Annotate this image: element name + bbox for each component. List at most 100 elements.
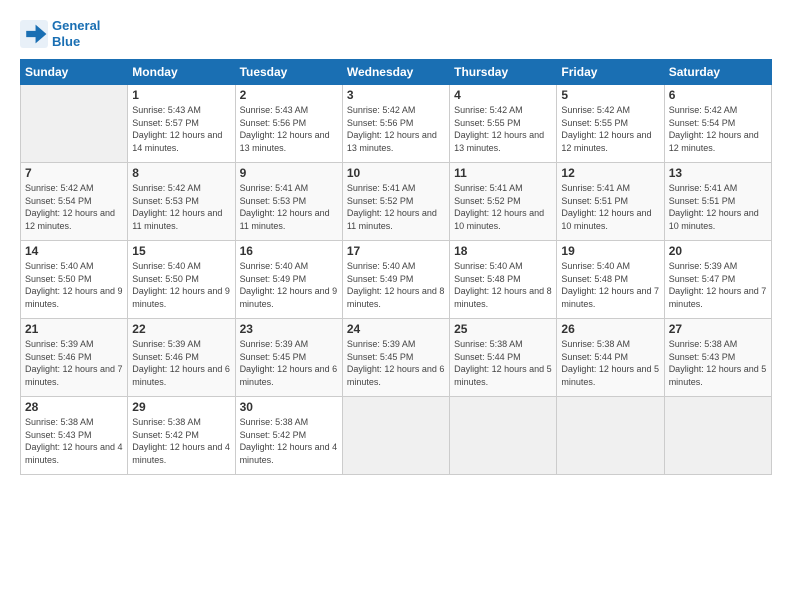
col-header-monday: Monday [128, 60, 235, 85]
day-info: Sunrise: 5:41 AMSunset: 5:51 PMDaylight:… [561, 183, 651, 231]
day-info: Sunrise: 5:42 AMSunset: 5:54 PMDaylight:… [669, 105, 759, 153]
day-info: Sunrise: 5:39 AMSunset: 5:46 PMDaylight:… [25, 339, 123, 387]
day-cell: 16 Sunrise: 5:40 AMSunset: 5:49 PMDaylig… [235, 241, 342, 319]
col-header-saturday: Saturday [664, 60, 771, 85]
day-info: Sunrise: 5:40 AMSunset: 5:48 PMDaylight:… [561, 261, 659, 309]
day-cell: 2 Sunrise: 5:43 AMSunset: 5:56 PMDayligh… [235, 85, 342, 163]
day-cell: 20 Sunrise: 5:39 AMSunset: 5:47 PMDaylig… [664, 241, 771, 319]
day-info: Sunrise: 5:38 AMSunset: 5:43 PMDaylight:… [669, 339, 767, 387]
week-row-4: 21 Sunrise: 5:39 AMSunset: 5:46 PMDaylig… [21, 319, 772, 397]
day-cell: 5 Sunrise: 5:42 AMSunset: 5:55 PMDayligh… [557, 85, 664, 163]
week-row-3: 14 Sunrise: 5:40 AMSunset: 5:50 PMDaylig… [21, 241, 772, 319]
day-info: Sunrise: 5:40 AMSunset: 5:48 PMDaylight:… [454, 261, 552, 309]
header: General Blue [20, 18, 772, 49]
day-info: Sunrise: 5:38 AMSunset: 5:42 PMDaylight:… [240, 417, 338, 465]
day-info: Sunrise: 5:42 AMSunset: 5:55 PMDaylight:… [454, 105, 544, 153]
logo-text: General Blue [52, 18, 100, 49]
day-number: 26 [561, 322, 659, 336]
day-number: 24 [347, 322, 445, 336]
day-info: Sunrise: 5:42 AMSunset: 5:55 PMDaylight:… [561, 105, 651, 153]
col-header-tuesday: Tuesday [235, 60, 342, 85]
day-number: 28 [25, 400, 123, 414]
day-number: 11 [454, 166, 552, 180]
day-cell [557, 397, 664, 475]
day-cell: 9 Sunrise: 5:41 AMSunset: 5:53 PMDayligh… [235, 163, 342, 241]
day-info: Sunrise: 5:38 AMSunset: 5:44 PMDaylight:… [561, 339, 659, 387]
day-cell: 3 Sunrise: 5:42 AMSunset: 5:56 PMDayligh… [342, 85, 449, 163]
day-number: 4 [454, 88, 552, 102]
day-number: 30 [240, 400, 338, 414]
day-number: 7 [25, 166, 123, 180]
day-number: 19 [561, 244, 659, 258]
day-cell: 27 Sunrise: 5:38 AMSunset: 5:43 PMDaylig… [664, 319, 771, 397]
day-info: Sunrise: 5:41 AMSunset: 5:51 PMDaylight:… [669, 183, 759, 231]
day-cell: 12 Sunrise: 5:41 AMSunset: 5:51 PMDaylig… [557, 163, 664, 241]
day-cell: 11 Sunrise: 5:41 AMSunset: 5:52 PMDaylig… [450, 163, 557, 241]
day-number: 16 [240, 244, 338, 258]
day-info: Sunrise: 5:39 AMSunset: 5:47 PMDaylight:… [669, 261, 767, 309]
day-number: 9 [240, 166, 338, 180]
day-number: 12 [561, 166, 659, 180]
day-cell: 15 Sunrise: 5:40 AMSunset: 5:50 PMDaylig… [128, 241, 235, 319]
day-cell: 24 Sunrise: 5:39 AMSunset: 5:45 PMDaylig… [342, 319, 449, 397]
day-info: Sunrise: 5:40 AMSunset: 5:49 PMDaylight:… [240, 261, 338, 309]
day-number: 14 [25, 244, 123, 258]
calendar-table: SundayMondayTuesdayWednesdayThursdayFrid… [20, 59, 772, 475]
day-number: 17 [347, 244, 445, 258]
day-number: 5 [561, 88, 659, 102]
day-info: Sunrise: 5:43 AMSunset: 5:57 PMDaylight:… [132, 105, 222, 153]
day-info: Sunrise: 5:41 AMSunset: 5:52 PMDaylight:… [454, 183, 544, 231]
day-info: Sunrise: 5:41 AMSunset: 5:52 PMDaylight:… [347, 183, 437, 231]
day-number: 6 [669, 88, 767, 102]
day-number: 13 [669, 166, 767, 180]
day-info: Sunrise: 5:42 AMSunset: 5:54 PMDaylight:… [25, 183, 115, 231]
week-row-2: 7 Sunrise: 5:42 AMSunset: 5:54 PMDayligh… [21, 163, 772, 241]
day-cell [342, 397, 449, 475]
day-cell: 18 Sunrise: 5:40 AMSunset: 5:48 PMDaylig… [450, 241, 557, 319]
page: General Blue SundayMondayTuesdayWednesda… [0, 0, 792, 612]
day-number: 15 [132, 244, 230, 258]
day-number: 29 [132, 400, 230, 414]
day-cell: 19 Sunrise: 5:40 AMSunset: 5:48 PMDaylig… [557, 241, 664, 319]
day-number: 1 [132, 88, 230, 102]
day-cell: 26 Sunrise: 5:38 AMSunset: 5:44 PMDaylig… [557, 319, 664, 397]
logo: General Blue [20, 18, 100, 49]
col-header-wednesday: Wednesday [342, 60, 449, 85]
col-header-thursday: Thursday [450, 60, 557, 85]
day-cell: 17 Sunrise: 5:40 AMSunset: 5:49 PMDaylig… [342, 241, 449, 319]
day-info: Sunrise: 5:39 AMSunset: 5:45 PMDaylight:… [347, 339, 445, 387]
day-info: Sunrise: 5:40 AMSunset: 5:50 PMDaylight:… [132, 261, 230, 309]
day-info: Sunrise: 5:38 AMSunset: 5:43 PMDaylight:… [25, 417, 123, 465]
day-info: Sunrise: 5:42 AMSunset: 5:53 PMDaylight:… [132, 183, 222, 231]
day-cell: 10 Sunrise: 5:41 AMSunset: 5:52 PMDaylig… [342, 163, 449, 241]
day-cell: 8 Sunrise: 5:42 AMSunset: 5:53 PMDayligh… [128, 163, 235, 241]
day-cell: 7 Sunrise: 5:42 AMSunset: 5:54 PMDayligh… [21, 163, 128, 241]
day-cell [450, 397, 557, 475]
day-cell: 14 Sunrise: 5:40 AMSunset: 5:50 PMDaylig… [21, 241, 128, 319]
day-info: Sunrise: 5:39 AMSunset: 5:45 PMDaylight:… [240, 339, 338, 387]
day-info: Sunrise: 5:38 AMSunset: 5:44 PMDaylight:… [454, 339, 552, 387]
day-number: 3 [347, 88, 445, 102]
day-info: Sunrise: 5:39 AMSunset: 5:46 PMDaylight:… [132, 339, 230, 387]
week-row-5: 28 Sunrise: 5:38 AMSunset: 5:43 PMDaylig… [21, 397, 772, 475]
day-info: Sunrise: 5:43 AMSunset: 5:56 PMDaylight:… [240, 105, 330, 153]
day-cell: 22 Sunrise: 5:39 AMSunset: 5:46 PMDaylig… [128, 319, 235, 397]
day-cell: 21 Sunrise: 5:39 AMSunset: 5:46 PMDaylig… [21, 319, 128, 397]
day-number: 10 [347, 166, 445, 180]
day-number: 22 [132, 322, 230, 336]
day-info: Sunrise: 5:42 AMSunset: 5:56 PMDaylight:… [347, 105, 437, 153]
day-number: 18 [454, 244, 552, 258]
day-number: 25 [454, 322, 552, 336]
day-cell: 30 Sunrise: 5:38 AMSunset: 5:42 PMDaylig… [235, 397, 342, 475]
day-cell: 28 Sunrise: 5:38 AMSunset: 5:43 PMDaylig… [21, 397, 128, 475]
day-cell: 1 Sunrise: 5:43 AMSunset: 5:57 PMDayligh… [128, 85, 235, 163]
day-cell: 4 Sunrise: 5:42 AMSunset: 5:55 PMDayligh… [450, 85, 557, 163]
day-info: Sunrise: 5:38 AMSunset: 5:42 PMDaylight:… [132, 417, 230, 465]
day-number: 27 [669, 322, 767, 336]
day-number: 8 [132, 166, 230, 180]
header-row: SundayMondayTuesdayWednesdayThursdayFrid… [21, 60, 772, 85]
day-cell: 29 Sunrise: 5:38 AMSunset: 5:42 PMDaylig… [128, 397, 235, 475]
day-info: Sunrise: 5:40 AMSunset: 5:49 PMDaylight:… [347, 261, 445, 309]
col-header-sunday: Sunday [21, 60, 128, 85]
logo-icon [20, 20, 48, 48]
